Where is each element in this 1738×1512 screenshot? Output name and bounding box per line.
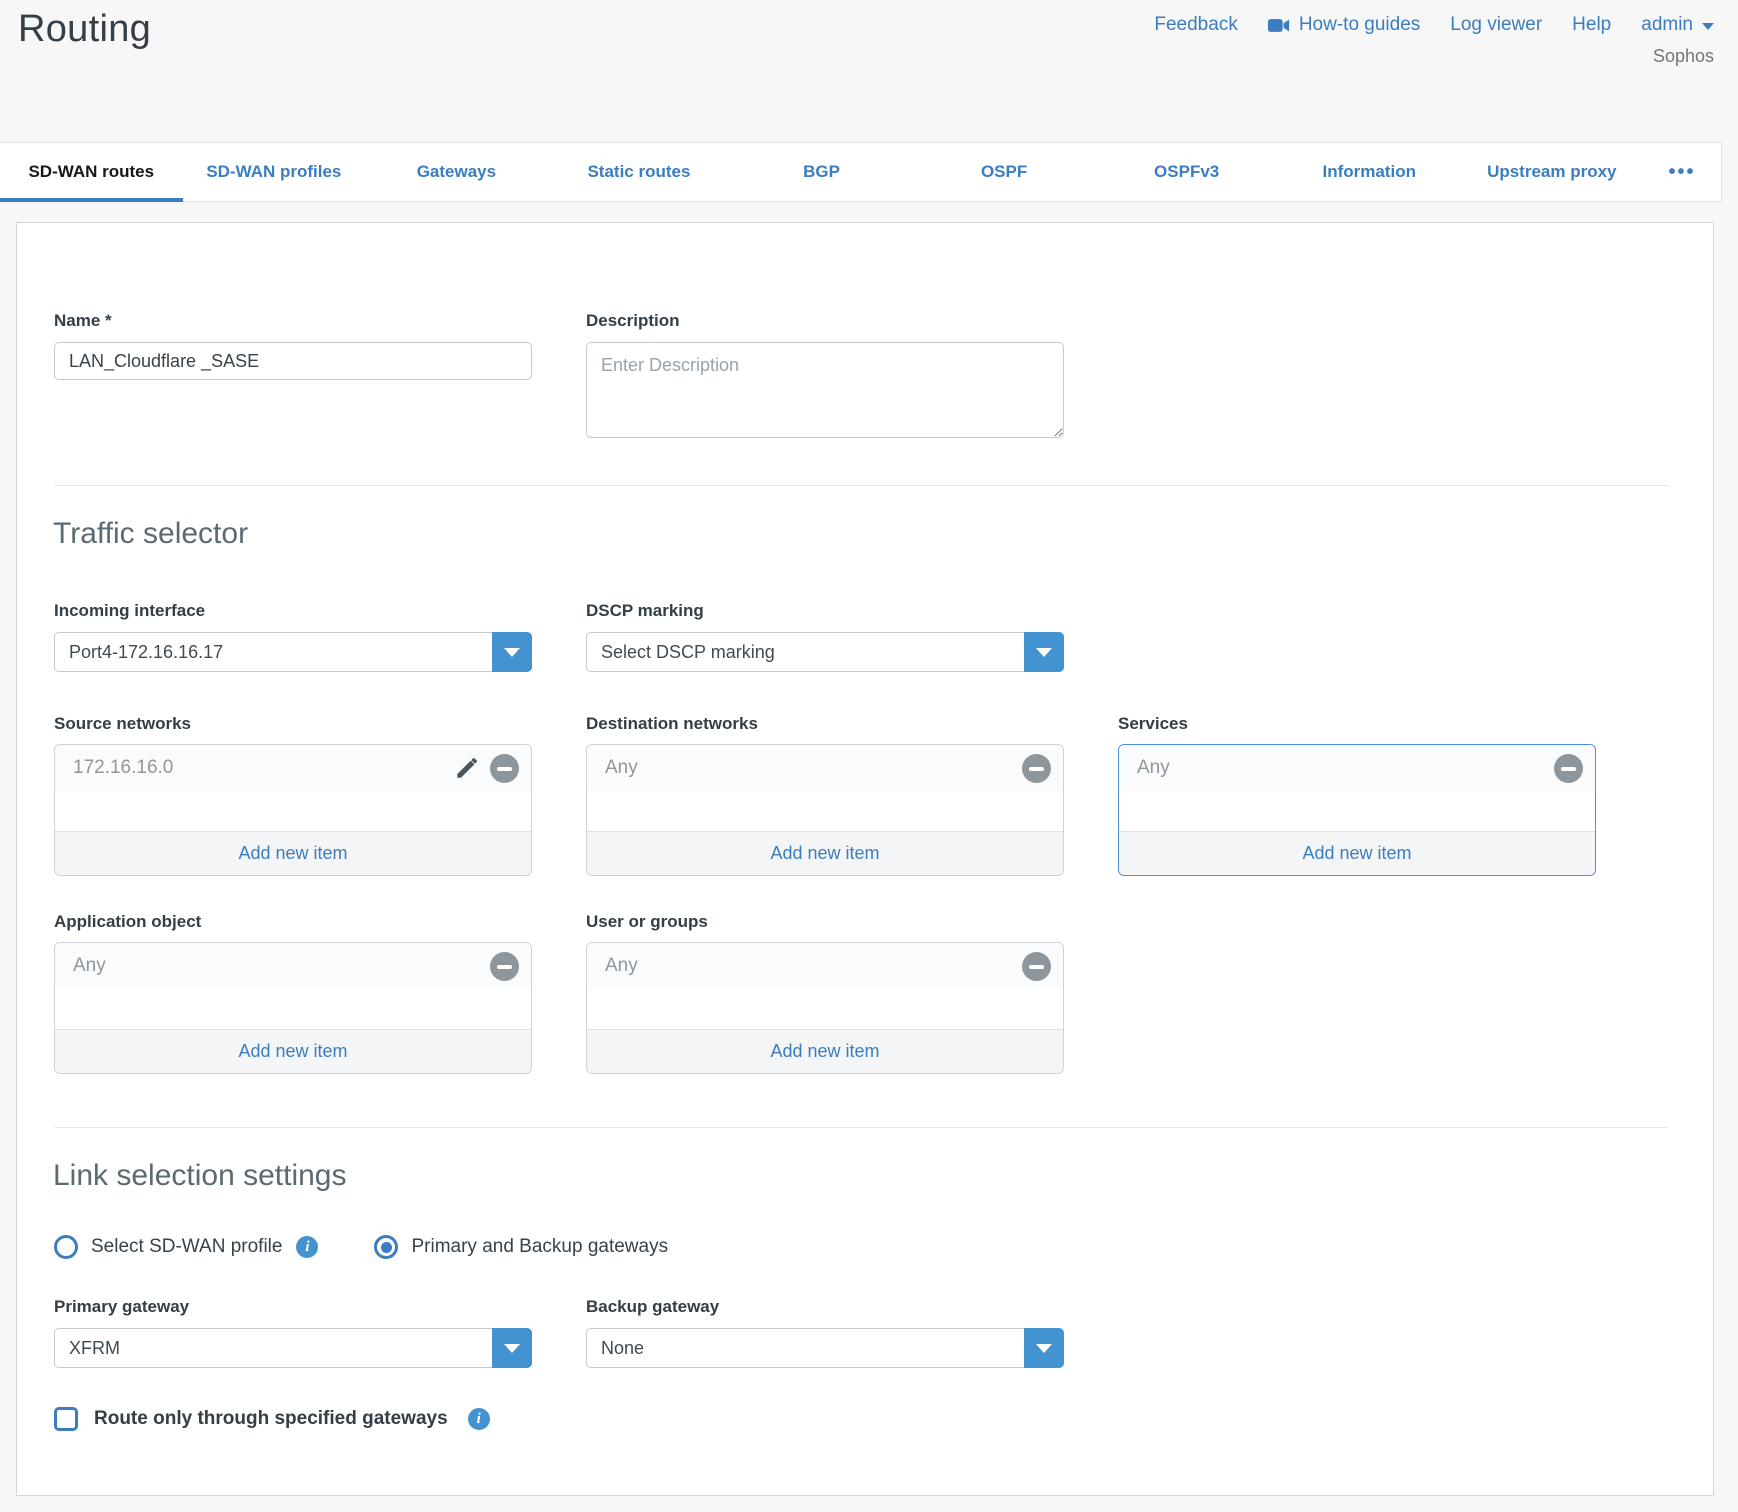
remove-item-icon[interactable] xyxy=(1022,754,1051,783)
user-menu-label: admin xyxy=(1641,14,1693,36)
add-new-item-button[interactable]: Add new item xyxy=(587,1029,1063,1073)
primary-gateway-dropdown-button[interactable] xyxy=(492,1328,532,1368)
remove-item-icon[interactable] xyxy=(490,754,519,783)
application-object-box: Any Add new item xyxy=(54,942,532,1074)
primary-gateway-value: XFRM xyxy=(55,1338,492,1359)
destination-networks-label: Destination networks xyxy=(586,714,758,734)
source-networks-box: 172.16.16.0 Add new item xyxy=(54,744,532,876)
name-input[interactable] xyxy=(54,342,532,380)
list-item: 172.16.16.0 xyxy=(55,745,531,791)
list-item-value: Any xyxy=(1137,757,1170,779)
more-tabs-button[interactable]: ••• xyxy=(1643,143,1721,201)
tab-ospfv3[interactable]: OSPFv3 xyxy=(1095,143,1278,201)
source-networks-label: Source networks xyxy=(54,714,191,734)
radio-sdwan-profile[interactable] xyxy=(54,1235,78,1259)
log-viewer-label: Log viewer xyxy=(1450,14,1542,36)
radio-primary-backup-gateways[interactable] xyxy=(374,1235,398,1259)
howto-guides-link[interactable]: How-to guides xyxy=(1268,14,1420,36)
chevron-down-icon xyxy=(504,1344,520,1353)
name-label: Name * xyxy=(54,311,112,331)
tab-static-routes[interactable]: Static routes xyxy=(548,143,731,201)
dscp-marking-select[interactable]: Select DSCP marking xyxy=(586,632,1064,672)
remove-item-icon[interactable] xyxy=(1022,952,1051,981)
tab-information[interactable]: Information xyxy=(1278,143,1461,201)
help-link[interactable]: Help xyxy=(1572,14,1611,36)
incoming-interface-dropdown-button[interactable] xyxy=(492,632,532,672)
video-camera-icon xyxy=(1268,18,1290,33)
list-item-value: 172.16.16.0 xyxy=(73,757,173,779)
chevron-down-icon xyxy=(1036,648,1052,657)
tab-bgp[interactable]: BGP xyxy=(730,143,913,201)
help-label: Help xyxy=(1572,14,1611,36)
section-divider xyxy=(54,1127,1668,1128)
backup-gateway-value: None xyxy=(587,1338,1024,1359)
edit-icon[interactable] xyxy=(454,755,480,781)
list-item: Any xyxy=(587,745,1063,791)
tab-ospf[interactable]: OSPF xyxy=(913,143,1096,201)
tab-sd-wan-routes[interactable]: SD-WAN routes xyxy=(0,143,183,201)
info-icon[interactable]: i xyxy=(468,1408,490,1430)
incoming-interface-label: Incoming interface xyxy=(54,601,205,621)
link-selection-radio-group: Select SD-WAN profile i Primary and Back… xyxy=(54,1235,668,1259)
list-item: Any xyxy=(55,943,531,989)
tab-sd-wan-profiles[interactable]: SD-WAN profiles xyxy=(183,143,366,201)
primary-gateway-select[interactable]: XFRM xyxy=(54,1328,532,1368)
dscp-marking-label: DSCP marking xyxy=(586,601,704,621)
list-item: Any xyxy=(587,943,1063,989)
services-box: Any Add new item xyxy=(1118,744,1596,876)
list-item-value: Any xyxy=(605,955,638,977)
feedback-link[interactable]: Feedback xyxy=(1154,14,1237,36)
route-only-checkbox[interactable] xyxy=(54,1407,78,1431)
services-label: Services xyxy=(1118,714,1188,734)
remove-item-icon[interactable] xyxy=(490,952,519,981)
description-input[interactable] xyxy=(586,342,1064,438)
user-or-groups-label: User or groups xyxy=(586,912,708,932)
route-only-row: Route only through specified gateways i xyxy=(54,1407,490,1431)
application-object-label: Application object xyxy=(54,912,201,932)
backup-gateway-dropdown-button[interactable] xyxy=(1024,1328,1064,1368)
info-icon[interactable]: i xyxy=(296,1236,318,1258)
link-selection-heading: Link selection settings xyxy=(53,1159,347,1193)
traffic-selector-heading: Traffic selector xyxy=(53,517,248,551)
incoming-interface-value: Port4-172.16.16.17 xyxy=(55,642,492,663)
top-nav: Feedback How-to guides Log viewer Help a… xyxy=(1154,14,1714,36)
radio-primary-backup-gateways-label: Primary and Backup gateways xyxy=(411,1236,668,1258)
destination-networks-box: Any Add new item xyxy=(586,744,1064,876)
add-new-item-button[interactable]: Add new item xyxy=(587,831,1063,875)
brand-label: Sophos xyxy=(1653,46,1714,67)
incoming-interface-select[interactable]: Port4-172.16.16.17 xyxy=(54,632,532,672)
tab-bar: SD-WAN routes SD-WAN profiles Gateways S… xyxy=(0,142,1722,202)
remove-item-icon[interactable] xyxy=(1554,754,1583,783)
list-item-value: Any xyxy=(73,955,106,977)
tab-upstream-proxy[interactable]: Upstream proxy xyxy=(1461,143,1644,201)
radio-selected-dot xyxy=(381,1242,392,1253)
dscp-marking-dropdown-button[interactable] xyxy=(1024,632,1064,672)
radio-sdwan-profile-label: Select SD-WAN profile xyxy=(91,1236,282,1258)
primary-gateway-label: Primary gateway xyxy=(54,1297,189,1317)
page-title: Routing xyxy=(18,8,151,51)
add-new-item-button[interactable]: Add new item xyxy=(55,1029,531,1073)
add-new-item-button[interactable]: Add new item xyxy=(55,831,531,875)
list-item: Any xyxy=(1119,745,1595,791)
tab-gateways[interactable]: Gateways xyxy=(365,143,548,201)
section-divider xyxy=(54,485,1668,486)
user-or-groups-box: Any Add new item xyxy=(586,942,1064,1074)
howto-guides-label: How-to guides xyxy=(1299,14,1420,36)
log-viewer-link[interactable]: Log viewer xyxy=(1450,14,1542,36)
user-menu[interactable]: admin xyxy=(1641,14,1714,36)
description-label: Description xyxy=(586,311,680,331)
route-only-label: Route only through specified gateways xyxy=(94,1408,448,1430)
list-item-value: Any xyxy=(605,757,638,779)
backup-gateway-label: Backup gateway xyxy=(586,1297,719,1317)
route-form-card: Name * Description Traffic selector Inco… xyxy=(16,222,1714,1496)
chevron-down-icon xyxy=(1036,1344,1052,1353)
chevron-down-icon xyxy=(1702,23,1714,30)
chevron-down-icon xyxy=(504,648,520,657)
feedback-label: Feedback xyxy=(1154,14,1237,36)
add-new-item-button[interactable]: Add new item xyxy=(1119,831,1595,875)
dscp-marking-value: Select DSCP marking xyxy=(587,642,1024,663)
backup-gateway-select[interactable]: None xyxy=(586,1328,1064,1368)
